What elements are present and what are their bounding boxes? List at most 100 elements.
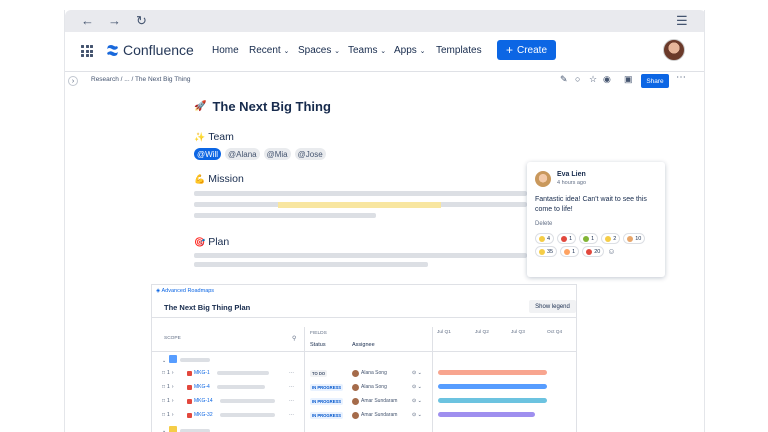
timeline-bar[interactable]	[438, 398, 547, 403]
user-avatar[interactable]	[663, 39, 685, 61]
issue-key[interactable]: MKG-4	[187, 380, 210, 394]
hamburger-icon[interactable]: ☰	[676, 13, 688, 29]
nav-apps-label: Apps	[394, 45, 417, 56]
nav-recent-label: Recent	[249, 45, 281, 56]
timeline-bar[interactable]	[438, 370, 547, 375]
star-icon[interactable]: ☆	[589, 74, 597, 85]
more-icon[interactable]: ⋯	[676, 72, 686, 83]
inline-comment-card: Eva Lien 4 hours ago Fantastic idea! Can…	[527, 162, 665, 277]
roadmap-row[interactable]: □ 1 › MKG-4 ⋯ IN PROGRESS Alana Song ⊙ ⌄	[152, 380, 576, 394]
row-number-text: 1	[167, 370, 170, 376]
share-button[interactable]: Share	[641, 74, 669, 88]
assignee[interactable]: Amar Sundaram	[352, 408, 397, 422]
row-more-icon[interactable]: ⋯	[289, 394, 294, 408]
search-icon[interactable]: ⚲	[292, 335, 296, 342]
text-placeholder	[217, 371, 269, 375]
text-placeholder	[194, 213, 376, 218]
text-placeholder	[194, 191, 527, 196]
sparkles-icon: ✨	[194, 131, 206, 142]
chevron-down-icon: ⌄	[419, 48, 426, 55]
lock-icon[interactable]: ▣	[624, 74, 633, 85]
nav-spaces[interactable]: Spaces ⌄	[298, 45, 340, 56]
reload-icon[interactable]: ↻	[136, 13, 147, 29]
row-more-icon[interactable]: ⋯	[289, 366, 294, 380]
reaction-count: 10	[635, 235, 642, 242]
issue-key[interactable]: MKG-14	[187, 394, 213, 408]
nav-templates[interactable]: Templates	[436, 45, 482, 56]
row-number: □ 1 ›	[162, 384, 174, 390]
comment-text: Fantastic idea! Can't wait to see this c…	[535, 196, 647, 213]
create-button[interactable]: + Create	[497, 40, 556, 60]
status-lozenge: IN PROGRESS	[310, 408, 344, 422]
row-more-icon[interactable]: ⋯	[289, 408, 294, 422]
reaction-chip[interactable]: 1	[560, 246, 580, 257]
reaction-chip[interactable]: 1	[557, 233, 577, 244]
nav-home[interactable]: Home	[212, 45, 239, 56]
assignee-dropdown-icon[interactable]: ⊙ ⌄	[412, 380, 422, 394]
reaction-chip[interactable]: 1	[579, 233, 599, 244]
breadcrumb[interactable]: Research / ... / The Next Big Thing	[91, 76, 190, 83]
delete-comment-link[interactable]: Delete	[535, 221, 552, 227]
assignee-dropdown-icon[interactable]: ⊙ ⌄	[412, 394, 422, 408]
nav-recent[interactable]: Recent ⌄	[249, 45, 289, 56]
mention-alana[interactable]: @Alana	[225, 148, 260, 160]
row-number-text: 1	[167, 384, 170, 390]
sidebar-expand-icon[interactable]: ›	[68, 76, 78, 86]
watch-icon[interactable]: ◉	[603, 74, 611, 85]
commenter-avatar[interactable]	[535, 171, 551, 187]
timeline-bar[interactable]	[438, 412, 535, 417]
reaction-chip[interactable]: 10	[623, 233, 646, 244]
reaction-count: 1	[569, 235, 573, 242]
assignee[interactable]: Amar Sundaram	[352, 394, 397, 408]
assignee-name: Amar Sundaram	[361, 412, 398, 418]
issue-key[interactable]: MKG-1	[187, 366, 210, 380]
comment-icon[interactable]: ○	[575, 74, 580, 84]
add-reaction-icon[interactable]: ☺	[607, 246, 615, 257]
assignee-dropdown-icon[interactable]: ⊙ ⌄	[412, 408, 422, 422]
commenter-name[interactable]: Eva Lien	[557, 171, 586, 178]
emoji-icon	[627, 235, 634, 242]
reaction-count: 4	[547, 235, 551, 242]
app-switcher-icon[interactable]	[81, 45, 93, 57]
roadmap-row[interactable]: □ 1 › MKG-32 ⋯ IN PROGRESS Amar Sundaram…	[152, 408, 576, 422]
roadmap-macro: ◈ Advanced Roadmaps The Next Big Thing P…	[151, 284, 577, 432]
mention-list: @Will @Alana @Mia @Jose	[194, 148, 326, 160]
page-title-text: The Next Big Thing	[212, 99, 331, 114]
chevron-down-icon[interactable]: ⌄	[162, 424, 166, 432]
issue-key-text: MKG-14	[194, 398, 213, 404]
assignee[interactable]: Alana Song	[352, 380, 387, 394]
show-legend-button[interactable]: Show legend	[529, 300, 576, 313]
mention-mia[interactable]: @Mia	[263, 148, 291, 160]
reaction-chip[interactable]: 20	[582, 246, 605, 257]
scope-header: SCOPE	[164, 336, 181, 341]
arrow-left-icon[interactable]: ←	[81, 13, 94, 29]
issue-key[interactable]: MKG-32	[187, 408, 213, 422]
text-placeholder	[217, 385, 265, 389]
row-more-icon[interactable]: ⋯	[289, 380, 294, 394]
reaction-chip[interactable]: 35	[535, 246, 558, 257]
emoji-icon	[583, 235, 590, 242]
mention-will[interactable]: @Will	[194, 148, 222, 160]
reaction-chip[interactable]: 4	[535, 233, 555, 244]
roadmap-label[interactable]: ◈ Advanced Roadmaps	[156, 288, 214, 294]
roadmap-row[interactable]: □ 1 › MKG-1 ⋯ TO DO Alana Song ⊙ ⌄	[152, 366, 576, 380]
nav-apps[interactable]: Apps ⌄	[394, 45, 425, 56]
text-placeholder	[180, 358, 210, 362]
timeline-bar[interactable]	[438, 384, 547, 389]
reaction-count: 1	[591, 235, 595, 242]
arrow-right-icon[interactable]: →	[108, 13, 121, 29]
assignee[interactable]: Alana Song	[352, 366, 387, 380]
assignee-dropdown-icon[interactable]: ⊙ ⌄	[412, 366, 422, 380]
confluence-logo[interactable]: Confluence	[106, 42, 194, 58]
status-text: IN PROGRESS	[310, 397, 344, 405]
chevron-down-icon: ⌄	[334, 48, 341, 55]
nav-teams[interactable]: Teams ⌄	[348, 45, 386, 56]
top-navigation: Confluence Home Recent ⌄ Spaces ⌄ Teams …	[65, 32, 704, 72]
reaction-chip[interactable]: 2	[601, 233, 621, 244]
issue-key-text: MKG-1	[194, 370, 210, 376]
edit-icon[interactable]: ✎	[560, 74, 568, 85]
roadmap-row[interactable]: □ 1 › MKG-14 ⋯ IN PROGRESS Amar Sundaram…	[152, 394, 576, 408]
assignee-avatar	[352, 397, 359, 405]
mention-jose[interactable]: @Jose	[294, 148, 326, 160]
issue-key-text: MKG-32	[194, 412, 213, 418]
